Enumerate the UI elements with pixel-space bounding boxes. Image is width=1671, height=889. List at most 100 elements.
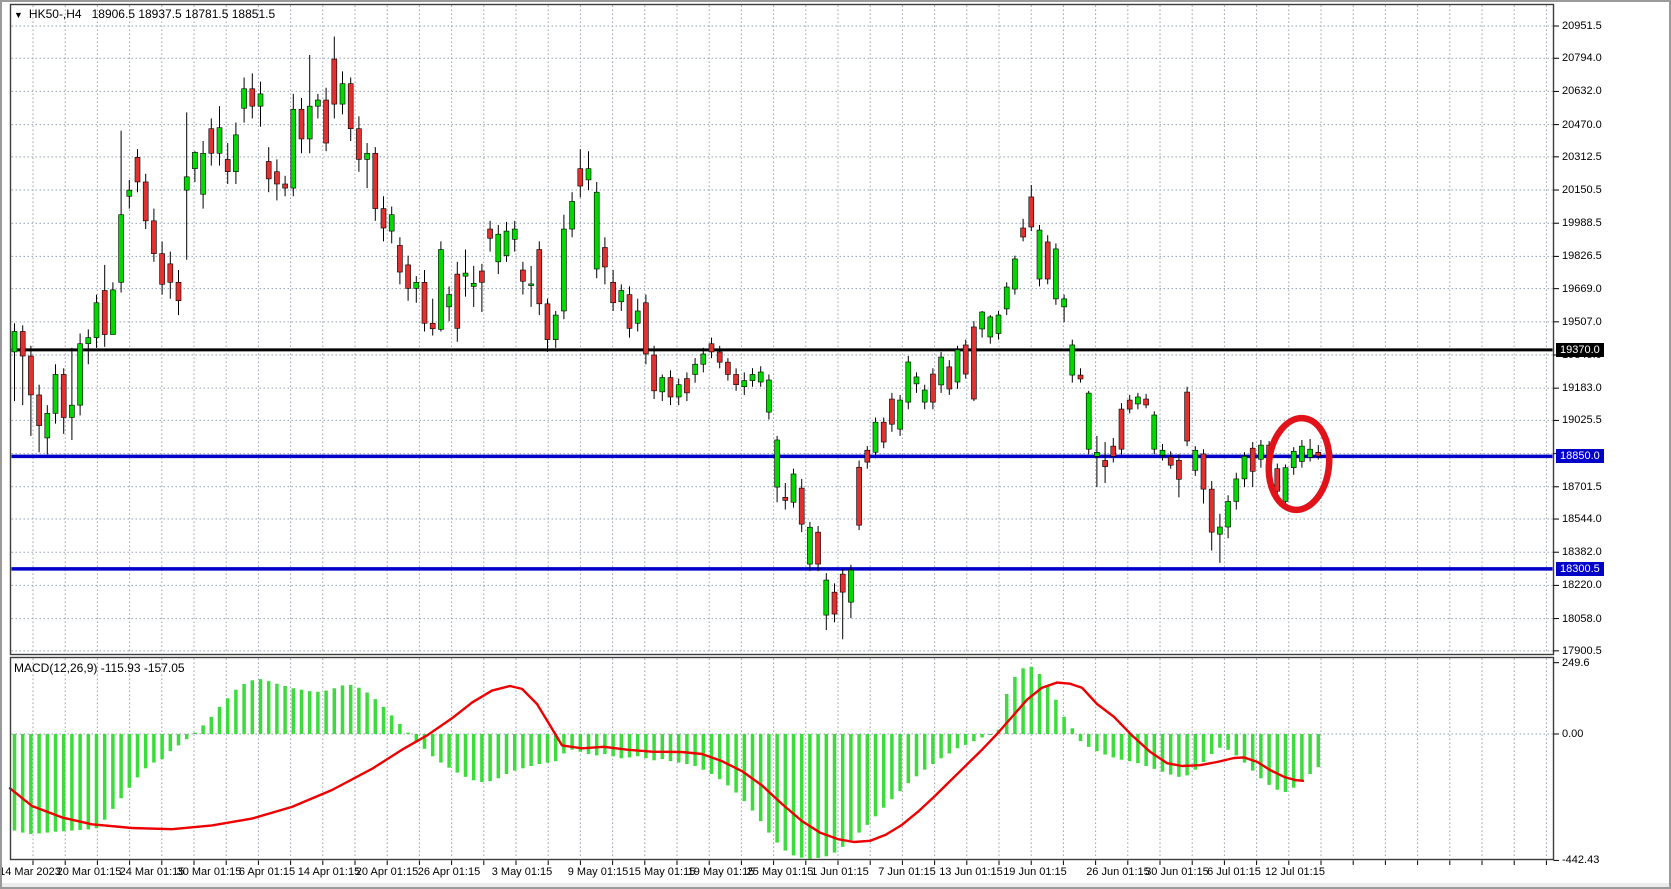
macd-values-label: -115.93 -157.05 bbox=[100, 661, 185, 675]
macd-histogram-bar bbox=[1103, 734, 1107, 755]
price-tick-label: 20951.5 bbox=[1562, 20, 1602, 32]
date-tick-label: 1 Jun 01:15 bbox=[811, 866, 869, 878]
candle-body bbox=[684, 378, 690, 394]
candle-body bbox=[552, 314, 559, 340]
candle-body bbox=[757, 371, 764, 383]
symbol-dropdown-icon[interactable]: ▼ bbox=[14, 10, 23, 20]
macd-histogram-bar bbox=[1267, 734, 1271, 785]
macd-histogram-bar bbox=[20, 734, 25, 833]
macd-histogram-bar bbox=[78, 734, 82, 830]
candle-body bbox=[241, 88, 247, 109]
candle-body bbox=[725, 361, 731, 375]
macd-histogram-bar bbox=[1078, 734, 1083, 742]
annotation-circle[interactable] bbox=[1264, 414, 1333, 514]
price-marker-label: 19370.0 bbox=[1556, 342, 1604, 357]
candle-body bbox=[864, 449, 871, 463]
macd-histogram-bar bbox=[365, 692, 369, 734]
macd-histogram-bar bbox=[201, 725, 205, 734]
macd-histogram-bar bbox=[922, 734, 927, 770]
macd-histogram-bar bbox=[184, 734, 189, 740]
price-tick-label: 18701.5 bbox=[1562, 480, 1602, 493]
candle-body bbox=[224, 159, 231, 173]
macd-histogram-bar bbox=[102, 734, 107, 820]
candle-body bbox=[1233, 478, 1240, 502]
macd-histogram-bar bbox=[53, 734, 58, 832]
candle-body bbox=[118, 214, 124, 283]
candle-body bbox=[397, 245, 403, 273]
date-tick-label: 14 Mar 2023 bbox=[0, 866, 61, 878]
price-tick-label: 20150.5 bbox=[1562, 184, 1602, 197]
date-tick-label: 13 Jun 01:15 bbox=[939, 866, 1003, 878]
candle-body bbox=[257, 93, 264, 107]
macd-histogram-bar bbox=[1127, 734, 1132, 762]
candle-body bbox=[364, 152, 370, 160]
candle-body bbox=[897, 399, 903, 430]
macd-histogram-bar bbox=[1152, 734, 1157, 769]
macd-histogram-bar bbox=[832, 734, 837, 853]
macd-histogram-bar bbox=[873, 734, 878, 817]
macd-histogram-bar bbox=[840, 734, 845, 847]
macd-histogram-bar bbox=[660, 734, 665, 760]
candle-body bbox=[1299, 445, 1305, 462]
candle-body bbox=[208, 128, 215, 154]
macd-histogram-bar bbox=[70, 734, 74, 831]
macd-histogram-bar bbox=[135, 734, 140, 778]
candle-body bbox=[1307, 448, 1313, 458]
candle-body bbox=[85, 337, 92, 345]
candle-body bbox=[356, 128, 362, 160]
macd-histogram-bar bbox=[332, 688, 337, 734]
macd-histogram-bar bbox=[980, 734, 984, 738]
candle-body bbox=[52, 374, 59, 414]
candle-body bbox=[421, 281, 428, 324]
candle-body bbox=[69, 404, 75, 418]
candle-body bbox=[921, 389, 928, 403]
candle-body bbox=[1225, 501, 1231, 528]
candle-body bbox=[872, 421, 879, 453]
date-tick-label: 3 May 01:15 bbox=[491, 866, 553, 878]
candle-body bbox=[1159, 449, 1166, 456]
macd-histogram-bar bbox=[767, 734, 771, 833]
candle-body bbox=[200, 152, 206, 195]
macd-histogram-bar bbox=[963, 734, 968, 745]
candle-body bbox=[692, 363, 698, 375]
date-tick-label: 25 May 01:15 bbox=[746, 866, 814, 878]
macd-histogram-bar bbox=[242, 684, 246, 734]
candle-body bbox=[274, 171, 280, 185]
candle-body bbox=[946, 366, 953, 390]
ohlc-readout: 18906.5 18937.5 18781.5 18851.5 bbox=[91, 7, 276, 21]
macd-histogram-bar bbox=[389, 715, 394, 734]
candle-body bbox=[995, 314, 1002, 334]
chart-window: ▼ HK50-,H4 18906.5 18937.5 18781.5 18851.5… bbox=[0, 0, 1671, 889]
macd-histogram-bar bbox=[381, 706, 386, 734]
date-tick-label: 15 May 01:15 bbox=[628, 866, 696, 878]
macd-histogram-bar bbox=[898, 734, 902, 792]
date-tick-label: 14 Apr 01:15 bbox=[297, 866, 361, 878]
macd-histogram-bar bbox=[275, 683, 279, 734]
macd-histogram-bar bbox=[1218, 734, 1222, 748]
price-tick-label: 18058.0 bbox=[1562, 612, 1602, 625]
macd-histogram-bar bbox=[176, 734, 181, 746]
macd-histogram-bar bbox=[316, 691, 320, 734]
macd-histogram-bar bbox=[750, 734, 755, 811]
candle-body bbox=[1192, 449, 1199, 471]
candle-body bbox=[126, 189, 133, 197]
macd-histogram-bar bbox=[209, 716, 214, 734]
macd-histogram-bar bbox=[45, 734, 50, 833]
price-tick-label: 20312.5 bbox=[1562, 150, 1602, 163]
candle-body bbox=[159, 253, 165, 285]
price-chart-canvas[interactable] bbox=[2, 2, 1669, 887]
macd-pane-border bbox=[9, 656, 1555, 861]
candle-body bbox=[503, 230, 510, 256]
candle-body bbox=[265, 161, 272, 180]
candle-body bbox=[520, 269, 526, 282]
macd-histogram-bar bbox=[250, 680, 255, 734]
candle-body bbox=[741, 380, 748, 388]
price-tick-label: 19183.0 bbox=[1562, 382, 1602, 395]
candle-body bbox=[323, 99, 329, 144]
macd-histogram-bar bbox=[512, 734, 517, 771]
candle-body bbox=[339, 83, 346, 105]
candle-body bbox=[610, 281, 616, 304]
macd-histogram-bar bbox=[283, 686, 287, 734]
date-tick-label: 9 May 01:15 bbox=[567, 866, 629, 878]
candle-body bbox=[44, 413, 51, 439]
